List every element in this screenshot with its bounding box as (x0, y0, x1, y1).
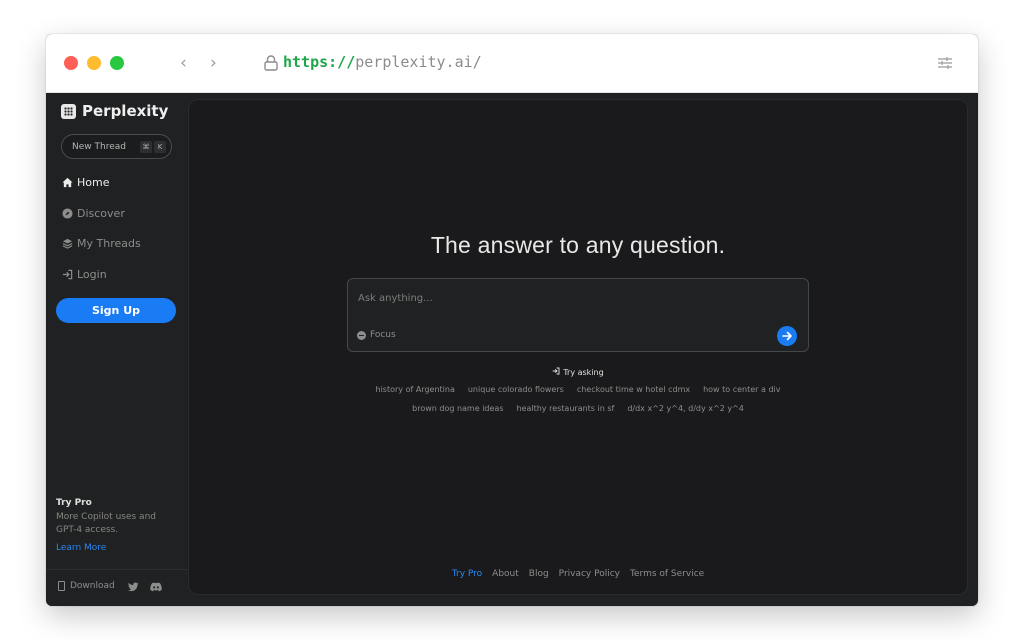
url-host: perplexity.ai/ (355, 53, 482, 71)
new-thread-button[interactable]: New Thread ⌘ K (61, 134, 172, 159)
sidebar-item-login[interactable]: Login (62, 268, 107, 281)
suggestion-chip[interactable]: history of Argentina (376, 385, 455, 394)
home-icon (62, 177, 73, 188)
browser-toolbar: ‹ › https://perplexity.ai/ (46, 34, 978, 93)
ask-input[interactable] (358, 289, 788, 307)
sliders-icon[interactable] (937, 56, 953, 70)
download-label: Download (70, 581, 115, 591)
suggestion-chip[interactable]: healthy restaurants in sf (516, 404, 614, 413)
brand-name: Perplexity (82, 102, 169, 120)
sidebar-item-label: My Threads (77, 237, 141, 250)
brand[interactable]: Perplexity (61, 102, 168, 120)
footer-link-privacy[interactable]: Privacy Policy (559, 569, 620, 579)
discord-icon[interactable] (150, 582, 162, 592)
sign-up-button[interactable]: Sign Up (56, 298, 176, 323)
sidebar-item-home[interactable]: Home (62, 176, 109, 189)
sidebar-item-discover[interactable]: Discover (62, 207, 125, 220)
browser-window: ‹ › https://perplexity.ai/ Perplexity Ne… (46, 34, 978, 606)
try-pro-description: More Copilot uses and GPT-4 access. (56, 512, 156, 535)
login-icon (552, 367, 560, 375)
try-asking-heading: Try asking (189, 367, 967, 377)
sidebar-footer: Download (46, 569, 188, 606)
focus-label: Focus (370, 330, 396, 340)
login-icon (62, 269, 73, 280)
new-thread-label: New Thread (72, 141, 126, 152)
page-title: The answer to any question. (430, 232, 726, 258)
learn-more-link[interactable]: Learn More (56, 543, 106, 553)
back-icon[interactable]: ‹ (180, 53, 187, 73)
suggestions-row: brown dog name ideas healthy restaurants… (189, 404, 967, 413)
try-asking-label: Try asking (563, 368, 604, 377)
try-pro-title: Try Pro (56, 498, 92, 508)
footer-link-try-pro[interactable]: Try Pro (452, 569, 482, 579)
close-window-button[interactable] (64, 56, 78, 70)
sidebar-item-my-threads[interactable]: My Threads (62, 237, 141, 250)
layers-icon (62, 238, 73, 249)
main-panel: The answer to any question. Focus Try as… (188, 99, 968, 595)
footer-links: Try Pro About Blog Privacy Policy Terms … (189, 569, 967, 579)
suggestion-chip[interactable]: brown dog name ideas (412, 404, 503, 413)
forward-icon[interactable]: › (210, 53, 217, 73)
minimize-window-button[interactable] (87, 56, 101, 70)
shortcut-mod-key: ⌘ (140, 141, 152, 153)
twitter-icon[interactable] (128, 582, 139, 592)
phone-icon (58, 581, 65, 591)
footer-link-terms[interactable]: Terms of Service (630, 569, 704, 579)
maximize-window-button[interactable] (110, 56, 124, 70)
download-link[interactable]: Download (58, 581, 115, 591)
shortcut-k-key: K (154, 141, 166, 153)
sidebar-item-label: Discover (77, 207, 125, 220)
footer-link-about[interactable]: About (492, 569, 519, 579)
suggestion-chip[interactable]: unique colorado flowers (468, 385, 564, 394)
arrow-right-icon (782, 331, 792, 341)
sidebar: Perplexity New Thread ⌘ K Home Discover (46, 93, 188, 606)
suggestions-row: history of Argentina unique colorado flo… (189, 385, 967, 394)
footer-link-blog[interactable]: Blog (529, 569, 549, 579)
sidebar-item-label: Home (77, 176, 110, 189)
sidebar-item-label: Login (77, 268, 107, 281)
perplexity-logo-icon (61, 103, 76, 119)
compass-icon (62, 208, 73, 219)
url-scheme: https:// (283, 53, 356, 71)
focus-button[interactable]: Focus (357, 330, 396, 340)
lock-icon (264, 55, 278, 71)
ask-box: Focus (347, 278, 809, 352)
suggestion-chip[interactable]: how to center a div (703, 385, 780, 394)
focus-icon (357, 330, 366, 340)
submit-button[interactable] (777, 326, 797, 346)
suggestion-chip[interactable]: d/dx x^2 y^4, d/dy x^2 y^4 (627, 404, 744, 413)
address-bar[interactable]: https://perplexity.ai/ (283, 53, 482, 71)
suggestion-chip[interactable]: checkout time w hotel cdmx (577, 385, 690, 394)
